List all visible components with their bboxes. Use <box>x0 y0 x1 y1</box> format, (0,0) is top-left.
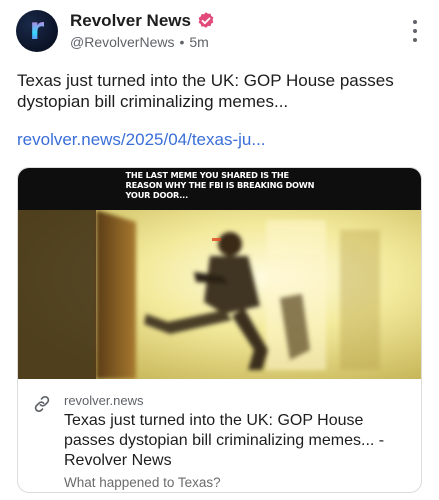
author-info: Revolver News @RevolverNews • 5m <box>70 11 216 50</box>
preview-image: THE LAST MEME YOU SHARED IS THE REASON W… <box>18 168 421 379</box>
separator-dot: • <box>179 34 185 50</box>
post-card[interactable]: r Revolver News @RevolverNews • 5m Texas… <box>0 0 439 500</box>
preview-title[interactable]: Texas just turned into the UK: GOP House… <box>64 411 407 471</box>
avatar-logo: r <box>29 12 45 47</box>
author-display-name[interactable]: Revolver News <box>70 11 191 31</box>
avatar[interactable]: r <box>16 10 58 52</box>
link-preview-card[interactable]: THE LAST MEME YOU SHARED IS THE REASON W… <box>17 167 422 493</box>
handle-row: @RevolverNews • 5m <box>70 34 216 50</box>
more-vertical-icon[interactable] <box>407 20 423 42</box>
display-name-row: Revolver News <box>70 11 216 31</box>
meme-caption: THE LAST MEME YOU SHARED IS THE REASON W… <box>125 170 315 200</box>
post-timestamp[interactable]: 5m <box>189 34 208 50</box>
author-handle[interactable]: @RevolverNews <box>70 34 174 50</box>
post-link[interactable]: revolver.news/2025/04/texas-ju... <box>17 130 266 150</box>
link-icon <box>34 395 50 413</box>
preview-text: revolver.news Texas just turned into the… <box>18 379 421 492</box>
verified-badge-icon <box>198 12 214 28</box>
preview-description: What happened to Texas? <box>64 475 221 490</box>
post-text: Texas just turned into the UK: GOP House… <box>17 71 394 111</box>
preview-domain: revolver.news <box>64 393 144 408</box>
meme-caption-bar: THE LAST MEME YOU SHARED IS THE REASON W… <box>18 168 421 210</box>
raid-photo <box>18 210 421 379</box>
post-header: r Revolver News @RevolverNews • 5m <box>16 10 423 56</box>
